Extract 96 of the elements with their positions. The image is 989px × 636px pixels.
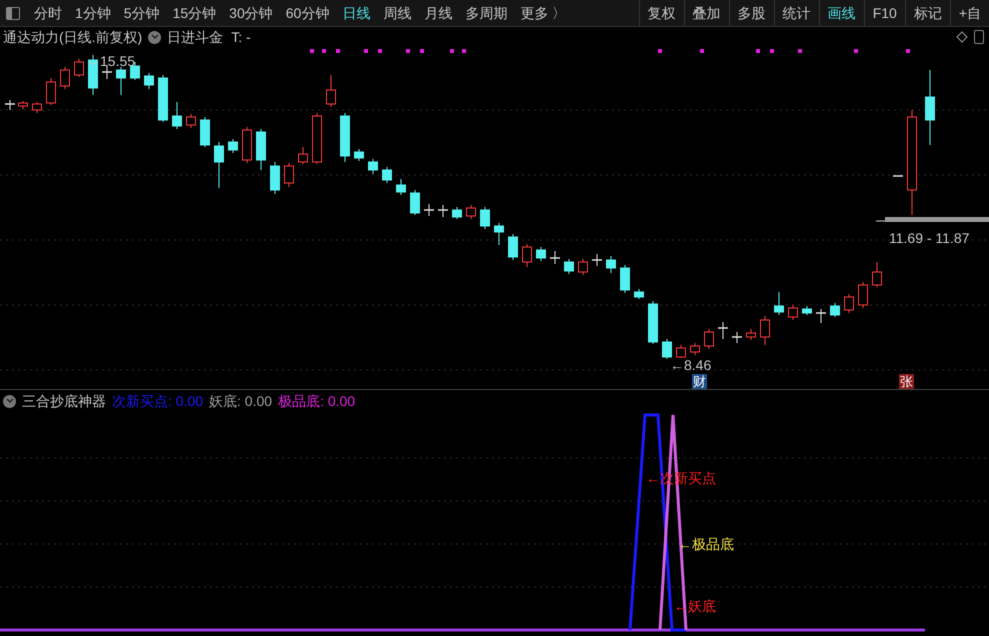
candlestick [508,234,518,260]
period-tab[interactable]: 周线 [377,0,418,26]
candlestick [382,166,392,184]
candlestick [494,222,504,246]
price-marker-line [876,220,886,222]
candlestick [760,316,770,346]
event-badge[interactable]: 财 [692,374,707,389]
legend-value: 极品底: 0.00 [278,392,356,410]
dropdown-icon[interactable] [148,30,162,44]
candlestick [242,126,252,164]
toolbar-button[interactable]: 统计 [774,0,819,26]
candlestick [746,328,756,340]
toolbar-button[interactable]: 多股 [728,0,774,26]
toolbar-button[interactable]: 叠加 [684,0,729,26]
candlestick [620,264,630,294]
candlestick [718,322,728,340]
candlestick [186,114,196,128]
candlestick [326,74,336,108]
candlestick [214,142,224,188]
candlestick [704,328,714,350]
candlestick [522,244,532,268]
candlestick [200,116,210,148]
candlestick [60,66,70,90]
candlestick [844,294,854,314]
diamond-icon[interactable] [956,31,968,43]
candlestick [788,304,798,320]
candlestick [158,74,168,122]
candlestick [690,342,700,356]
candlestick [452,206,462,220]
candlestick [438,204,448,218]
period-tab[interactable]: 15分钟 [166,0,222,26]
candlestick [802,306,812,316]
candlestick [410,190,420,216]
candlestick [648,300,658,344]
period-tab[interactable]: 30分钟 [223,0,279,26]
period-tab[interactable]: 多周期 [459,0,514,26]
candlestick [256,128,266,170]
candlestick [32,102,42,114]
legend-value: 次新买点: 0.00 [112,392,204,410]
candlestick [116,66,126,96]
candlestick [676,344,686,358]
candlestick [396,178,406,196]
candlestick [312,112,322,164]
candlestick [46,78,56,106]
price-range-label: 11.69 - 11.87 [889,229,970,248]
candlestick [270,162,280,194]
candlestick [858,282,868,308]
candlestick [298,146,308,164]
candlestick [816,308,826,324]
indicator-reading: T: - [231,28,251,46]
toolbar-button[interactable]: 标记 [904,0,950,26]
candlestick [774,292,784,316]
candlestick [354,148,364,162]
period-tab[interactable]: 5分钟 [118,0,166,26]
indicator-name[interactable]: 日进斗金 [167,26,224,48]
candlestick [550,250,560,264]
candlestick [284,162,294,188]
event-badge[interactable]: 张 [899,374,914,389]
candlestick [466,204,476,220]
candlestick [424,204,434,216]
candlestick [578,258,588,276]
period-tab[interactable]: 月线 [418,0,458,26]
period-tab[interactable]: 分时 [28,0,68,26]
price-marker-line [893,175,903,177]
candlestick [872,262,882,288]
stock-title: 通达动力(日线.前复权) [3,28,142,47]
candlestick [368,158,378,174]
dropdown-icon[interactable] [3,394,16,408]
toolbar-button[interactable]: F10 [864,0,905,26]
candlestick [172,102,182,130]
candlestick [732,332,742,344]
candlestick [74,58,84,78]
candlestick [228,138,238,154]
toolbar-button[interactable]: 画线 [818,0,864,26]
candlestick [5,100,15,110]
legend-value: 妖底: 0.00 [209,392,272,410]
period-tab[interactable]: 日线 [336,0,376,26]
candlestick [536,246,546,262]
candlestick [592,254,602,266]
candlestick [480,206,490,230]
candlestick [144,72,154,90]
scroll-toggle-icon[interactable] [974,30,984,44]
period-tab[interactable]: 1分钟 [69,0,117,26]
sidebar-toggle-icon[interactable] [6,6,20,20]
period-tab[interactable]: 更多 〉 [514,0,572,26]
toolbar-button[interactable]: +自 [950,0,989,26]
candlestick [830,302,840,318]
candlestick [606,256,616,274]
low-price-label: ←8.46 [670,358,712,373]
candlestick [662,338,672,360]
candlestick [634,288,644,300]
candlestick [564,258,574,274]
candlestick [340,112,350,162]
period-tab[interactable]: 60分钟 [280,0,336,26]
toolbar-button[interactable]: 复权 [638,0,684,26]
indicator-title[interactable]: 三合抄底神器 [22,390,106,412]
